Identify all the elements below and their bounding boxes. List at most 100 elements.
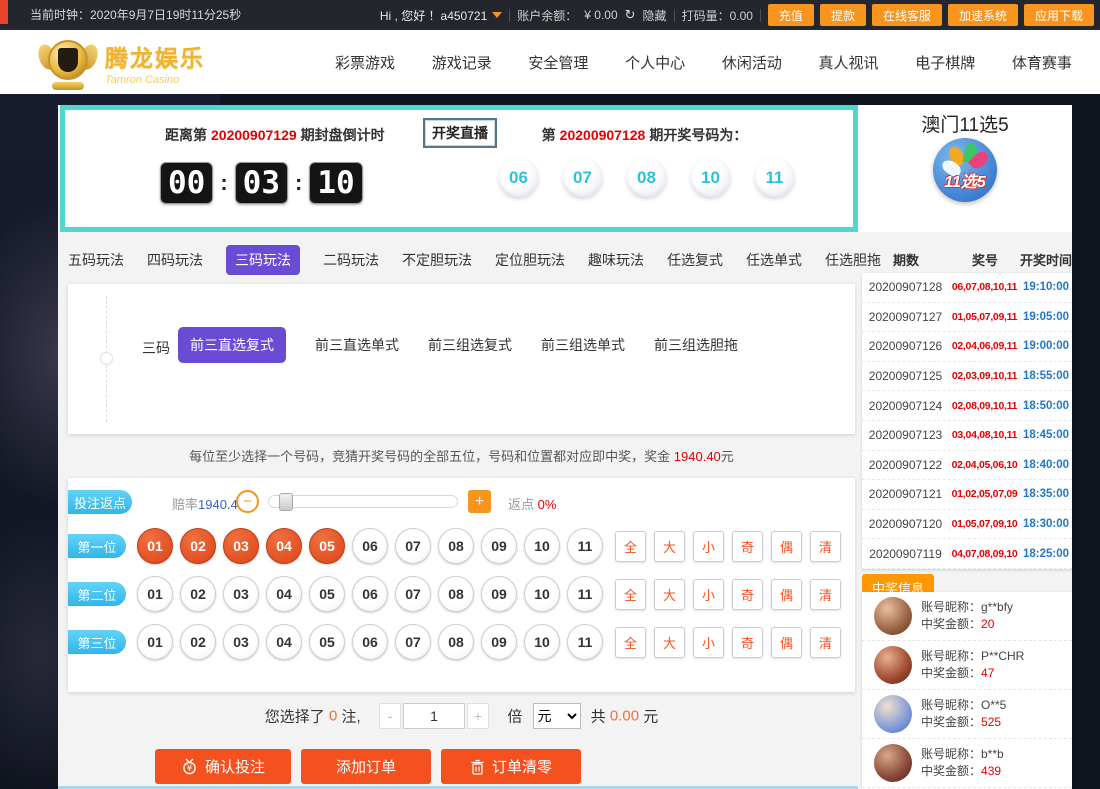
tab-8[interactable]: 任选单式 <box>746 250 802 270</box>
number-ball-0-05[interactable]: 05 <box>309 528 345 564</box>
quick-button-1-1[interactable]: 大 <box>654 578 685 610</box>
brand[interactable]: 腾龙娱乐 Tamron Casino <box>35 34 205 90</box>
tab-4[interactable]: 不定胆玩法 <box>402 250 472 270</box>
number-ball-1-01[interactable]: 01 <box>137 576 173 612</box>
number-ball-0-04[interactable]: 04 <box>266 528 302 564</box>
topbar-button-0[interactable]: 充值 <box>767 4 814 26</box>
number-ball-1-05[interactable]: 05 <box>309 576 345 612</box>
nav-item-1[interactable]: 游戏记录 <box>432 52 492 73</box>
multiplier-decrease-button[interactable]: - <box>378 703 401 729</box>
number-ball-1-03[interactable]: 03 <box>223 576 259 612</box>
number-ball-1-02[interactable]: 02 <box>180 576 216 612</box>
subtab-0[interactable]: 前三直选复式 <box>178 327 286 363</box>
quick-button-0-1[interactable]: 大 <box>654 530 685 562</box>
rebate-slider[interactable] <box>268 493 458 511</box>
trash-icon <box>471 759 484 775</box>
clear-order-button[interactable]: 订单清零 <box>441 749 581 784</box>
tab-2[interactable]: 三码玩法 <box>226 245 300 275</box>
tab-3[interactable]: 二码玩法 <box>323 250 379 270</box>
quick-button-0-0[interactable]: 全 <box>615 530 646 562</box>
number-ball-2-10[interactable]: 10 <box>524 624 560 660</box>
nav-item-5[interactable]: 真人视讯 <box>819 52 879 73</box>
subtab-4[interactable]: 前三组选胆拖 <box>654 335 738 355</box>
number-ball-2-11[interactable]: 11 <box>567 624 603 660</box>
tab-1[interactable]: 四码玩法 <box>147 250 203 270</box>
nav-item-4[interactable]: 休闲活动 <box>722 52 782 73</box>
number-ball-1-06[interactable]: 06 <box>352 576 388 612</box>
number-ball-2-08[interactable]: 08 <box>438 624 474 660</box>
quick-button-1-2[interactable]: 小 <box>693 578 724 610</box>
number-ball-1-11[interactable]: 11 <box>567 576 603 612</box>
number-ball-1-04[interactable]: 04 <box>266 576 302 612</box>
nav-item-3[interactable]: 个人中心 <box>625 52 685 73</box>
number-ball-1-07[interactable]: 07 <box>395 576 431 612</box>
quick-button-2-4[interactable]: 偶 <box>771 626 802 658</box>
number-ball-2-07[interactable]: 07 <box>395 624 431 660</box>
rebate-slider-handle[interactable] <box>279 493 293 511</box>
add-order-button[interactable]: 添加订单 <box>301 749 431 784</box>
quick-button-0-5[interactable]: 清 <box>810 530 841 562</box>
refresh-icon[interactable]: ↻ <box>625 7 636 23</box>
multiplier-increase-button[interactable]: + <box>466 703 489 729</box>
unit-select[interactable]: 元 <box>532 703 581 729</box>
number-ball-0-08[interactable]: 08 <box>438 528 474 564</box>
number-ball-0-09[interactable]: 09 <box>481 528 517 564</box>
rebate-plus-button[interactable]: + <box>468 490 491 513</box>
number-ball-0-11[interactable]: 11 <box>567 528 603 564</box>
nav-item-7[interactable]: 体育赛事 <box>1012 52 1072 73</box>
number-ball-0-02[interactable]: 02 <box>180 528 216 564</box>
quick-button-2-0[interactable]: 全 <box>615 626 646 658</box>
subtab-2[interactable]: 前三组选复式 <box>428 335 512 355</box>
quick-button-1-4[interactable]: 偶 <box>771 578 802 610</box>
user-greeting[interactable]: Hi , 您好 ！a450721 <box>380 7 503 24</box>
history-header-issue: 期数 <box>892 252 919 268</box>
tab-5[interactable]: 定位胆玩法 <box>495 250 565 270</box>
number-ball-2-01[interactable]: 01 <box>137 624 173 660</box>
number-ball-2-02[interactable]: 02 <box>180 624 216 660</box>
quick-button-2-5[interactable]: 清 <box>810 626 841 658</box>
tab-7[interactable]: 任选复式 <box>667 250 723 270</box>
nav-item-2[interactable]: 安全管理 <box>528 52 588 73</box>
winner-item-1: 账号昵称：P**CHR 中奖金额：47 <box>862 641 1072 690</box>
number-ball-2-06[interactable]: 06 <box>352 624 388 660</box>
quick-button-1-5[interactable]: 清 <box>810 578 841 610</box>
number-ball-0-06[interactable]: 06 <box>352 528 388 564</box>
subtab-1[interactable]: 前三直选单式 <box>315 335 399 355</box>
number-ball-2-04[interactable]: 04 <box>266 624 302 660</box>
quick-button-2-3[interactable]: 奇 <box>732 626 763 658</box>
confirm-bet-button[interactable]: ¥ 确认投注 <box>155 749 291 784</box>
quick-button-0-2[interactable]: 小 <box>693 530 724 562</box>
nav-item-0[interactable]: 彩票游戏 <box>335 52 395 73</box>
tab-6[interactable]: 趣味玩法 <box>588 250 644 270</box>
quick-button-2-2[interactable]: 小 <box>693 626 724 658</box>
topbar-button-3[interactable]: 加速系统 <box>947 4 1018 26</box>
number-ball-2-03[interactable]: 03 <box>223 624 259 660</box>
nav-item-6[interactable]: 电子棋牌 <box>915 52 975 73</box>
multiplier-input[interactable] <box>402 703 465 729</box>
quick-button-1-0[interactable]: 全 <box>615 578 646 610</box>
number-ball-1-10[interactable]: 10 <box>524 576 560 612</box>
topbar-button-1[interactable]: 提款 <box>819 4 866 26</box>
subtab-3[interactable]: 前三组选单式 <box>541 335 625 355</box>
number-ball-0-07[interactable]: 07 <box>395 528 431 564</box>
number-ball-2-05[interactable]: 05 <box>309 624 345 660</box>
topbar-button-4[interactable]: 应用下载 <box>1023 4 1094 26</box>
number-ball-1-08[interactable]: 08 <box>438 576 474 612</box>
hide-balance-link[interactable]: 隐藏 <box>643 7 667 24</box>
history-row-2: 20200907126 02,04,06,09,11 19:00:00 <box>862 332 1072 362</box>
live-draw-button[interactable]: 开奖直播 <box>423 118 497 148</box>
quick-button-1-3[interactable]: 奇 <box>732 578 763 610</box>
topbar-button-2[interactable]: 在线客服 <box>871 4 942 26</box>
rebate-minus-button[interactable]: − <box>236 490 259 513</box>
number-ball-2-09[interactable]: 09 <box>481 624 517 660</box>
number-ball-0-10[interactable]: 10 <box>524 528 560 564</box>
history-numbers: 06,07,08,10,11 <box>950 281 1020 294</box>
number-ball-0-01[interactable]: 01 <box>137 528 173 564</box>
history-row-9: 20200907119 04,07,08,09,10 18:25:00 <box>862 539 1072 569</box>
quick-button-0-4[interactable]: 偶 <box>771 530 802 562</box>
quick-button-0-3[interactable]: 奇 <box>732 530 763 562</box>
tab-0[interactable]: 五码玩法 <box>68 250 124 270</box>
number-ball-1-09[interactable]: 09 <box>481 576 517 612</box>
quick-button-2-1[interactable]: 大 <box>654 626 685 658</box>
number-ball-0-03[interactable]: 03 <box>223 528 259 564</box>
